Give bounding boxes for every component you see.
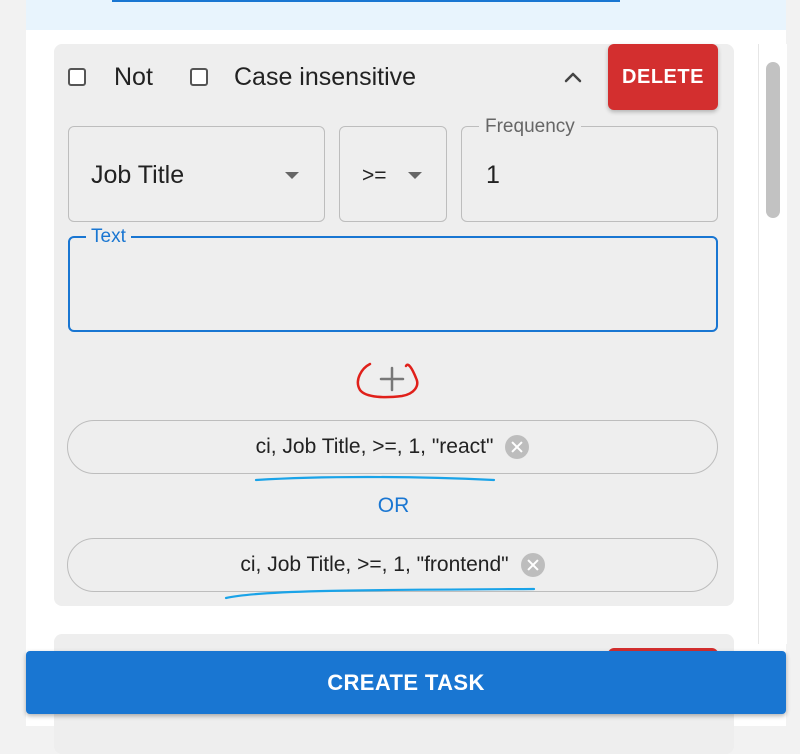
annotation-underline <box>254 475 496 482</box>
top-banner <box>26 0 786 30</box>
create-task-button[interactable]: CREATE TASK <box>26 651 786 714</box>
caret-down-icon <box>285 172 299 179</box>
condition-chip-label: ci, Job Title, >=, 1, "react" <box>255 435 494 458</box>
operator-select[interactable]: >= <box>339 126 447 222</box>
not-label: Not <box>114 63 153 91</box>
plus-icon[interactable] <box>352 356 420 404</box>
annotation-underline <box>224 587 536 600</box>
frequency-value: 1 <box>486 161 500 189</box>
operator-select-value: >= <box>362 164 387 187</box>
field-select[interactable]: Job Title <box>68 126 325 222</box>
text-field[interactable] <box>68 236 718 332</box>
cancel-circle-icon[interactable] <box>520 553 545 577</box>
cancel-circle-icon[interactable] <box>505 435 530 459</box>
frequency-label: Frequency <box>479 116 581 138</box>
not-checkbox[interactable] <box>68 68 86 86</box>
text-field-label: Text <box>86 226 131 248</box>
delete-button[interactable]: DELETE <box>608 44 718 110</box>
scrollbar-thumb[interactable] <box>766 62 780 218</box>
banner-link-underline[interactable] <box>112 0 620 2</box>
field-select-value: Job Title <box>91 161 185 189</box>
or-connector: OR <box>377 494 410 517</box>
case-insensitive-checkbox[interactable] <box>190 68 208 86</box>
condition-chip-label: ci, Job Title, >=, 1, "frontend" <box>240 553 509 576</box>
condition-chip[interactable]: ci, Job Title, >=, 1, "react" <box>67 420 718 474</box>
frequency-field[interactable]: 1 <box>461 126 718 222</box>
annotation-circle <box>356 362 419 399</box>
case-insensitive-label: Case insensitive <box>234 63 417 91</box>
chevron-up-icon[interactable] <box>560 64 586 90</box>
caret-down-icon <box>408 172 422 179</box>
